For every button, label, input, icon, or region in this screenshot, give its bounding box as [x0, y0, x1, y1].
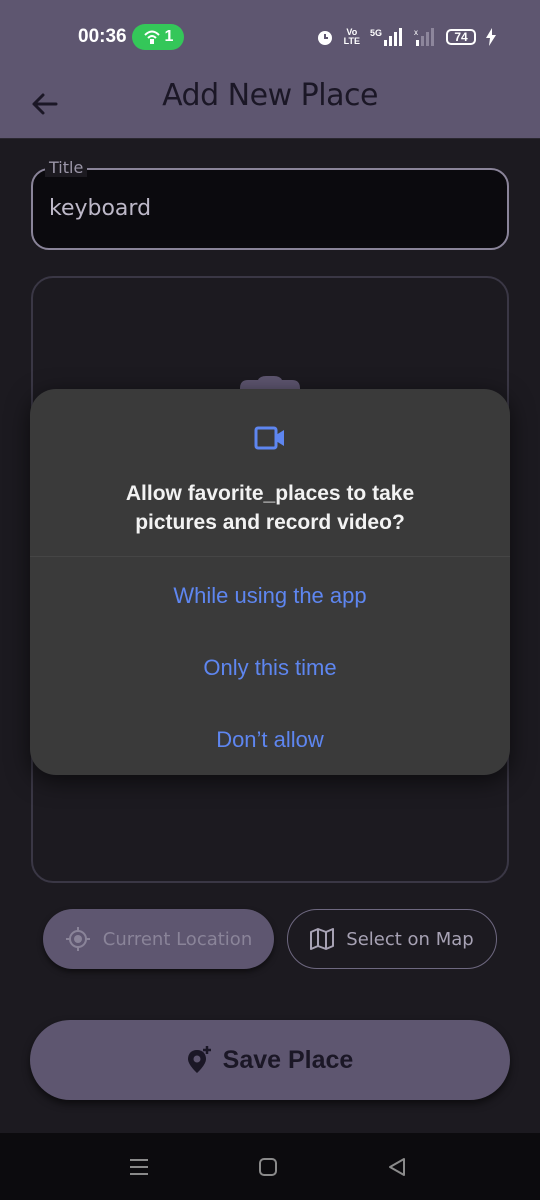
home-button[interactable]	[255, 1154, 281, 1180]
hotspot-icon	[143, 30, 160, 44]
save-place-button[interactable]: Save Place	[30, 1020, 510, 1100]
charging-icon	[486, 28, 496, 46]
hotspot-badge: 1	[132, 24, 184, 50]
camera-permission-dialog: Allow favorite_places to take pictures a…	[30, 389, 510, 775]
recents-button[interactable]	[126, 1154, 152, 1180]
select-on-map-label: Select on Map	[346, 928, 474, 950]
home-square-icon	[259, 1158, 277, 1176]
back-triangle-icon	[389, 1158, 405, 1176]
add-location-icon	[187, 1046, 211, 1073]
while-using-app-button[interactable]: While using the app	[30, 566, 510, 626]
current-location-label: Current Location	[102, 928, 253, 950]
battery-indicator: 74	[446, 29, 476, 45]
volte-indicator: Vo LTE	[343, 27, 360, 46]
system-navigation-bar	[0, 1133, 540, 1200]
status-bar: 00:36 1 Vo LTE 5G x 74	[0, 0, 540, 72]
signal-5g: 5G	[370, 28, 404, 46]
dont-allow-button[interactable]: Don’t allow	[30, 710, 510, 770]
status-time: 00:36	[78, 26, 127, 47]
only-this-time-button[interactable]: Only this time	[30, 638, 510, 698]
back-nav-button[interactable]	[384, 1154, 410, 1180]
dialog-divider	[30, 556, 510, 557]
menu-icon	[130, 1159, 148, 1175]
dialog-title: Allow favorite_places to take pictures a…	[125, 482, 415, 534]
app-bar: Add New Place	[0, 72, 540, 139]
save-place-label: Save Place	[222, 1045, 354, 1074]
alarm-icon	[317, 31, 332, 45]
hotspot-count: 1	[164, 28, 174, 45]
page-title: Add New Place	[162, 78, 378, 113]
select-on-map-button[interactable]: Select on Map	[287, 909, 497, 969]
title-field-label: Title	[45, 158, 88, 177]
title-field[interactable]: Title keyboard	[31, 158, 509, 250]
location-actions: Current Location Select on Map	[43, 909, 497, 969]
current-location-button[interactable]: Current Location	[43, 909, 274, 969]
map-icon	[310, 928, 335, 950]
video-camera-icon	[254, 426, 284, 450]
signal-weak-icon: x	[414, 28, 434, 46]
my-location-icon	[65, 927, 90, 951]
signal-strength-icon	[384, 28, 402, 46]
svg-text:x: x	[414, 28, 418, 37]
title-field-value: keyboard	[49, 196, 152, 221]
status-icons: Vo LTE 5G x 74	[316, 24, 496, 50]
